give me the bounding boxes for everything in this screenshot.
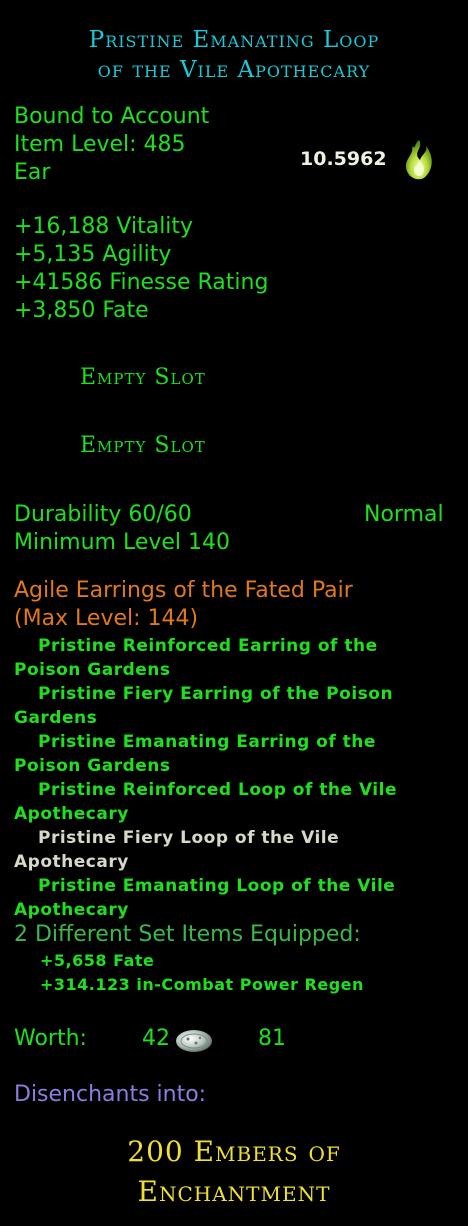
set-item-1-line1: Pristine Reinforced Earring of the xyxy=(38,636,378,656)
durability: Durability 60/60 xyxy=(14,502,192,527)
worth-silver: 42 xyxy=(142,1026,170,1051)
set-bonus-regen: +314.123 in-Combat Power Regen xyxy=(40,975,364,994)
essence-slot-1: Empty Slot xyxy=(80,365,206,390)
essence-flame-icon xyxy=(402,138,436,186)
essence-value: 10.5962 xyxy=(300,148,387,170)
essence-slot-2: Empty Slot xyxy=(80,433,206,458)
set-item-3-line1: Pristine Emanating Earring of the xyxy=(38,732,376,752)
set-item-2: Pristine Fiery Earring of the Poison Gar… xyxy=(14,682,414,730)
set-max-level: (Max Level: 144) xyxy=(14,606,199,631)
set-item-6-line2: Apothecary xyxy=(14,900,129,920)
worth-label: Worth: xyxy=(14,1026,87,1051)
item-level: Item Level: 485 xyxy=(14,132,186,157)
set-equipped-count: 2 Different Set Items Equipped: xyxy=(14,922,361,947)
disenchant-label: Disenchants into: xyxy=(14,1082,207,1107)
item-title-line1: Pristine Emanating Loop xyxy=(88,27,380,53)
set-item-3: Pristine Emanating Earring of the Poison… xyxy=(14,730,414,778)
stat-vitality: +16,188 Vitality xyxy=(14,214,194,239)
worth-copper: 81 xyxy=(258,1026,286,1051)
silver-coin-icon xyxy=(174,1028,214,1058)
disenchant-result-line2: Enchantment xyxy=(137,1175,331,1208)
set-item-1-line2: Poison Gardens xyxy=(14,660,171,680)
set-item-5-line2: Apothecary xyxy=(14,852,129,872)
set-item-3-line2: Poison Gardens xyxy=(14,756,171,776)
stat-agility: +5,135 Agility xyxy=(14,242,172,267)
min-level: Minimum Level 140 xyxy=(14,530,231,555)
slot-type: Ear xyxy=(14,160,51,185)
set-item-2-line1: Pristine Fiery Earring of the Poison xyxy=(38,684,394,704)
disenchant-result-line1: 200 Embers of xyxy=(127,1135,341,1168)
set-bonus-fate: +5,658 Fate xyxy=(40,951,155,970)
set-item-1: Pristine Reinforced Earring of the Poiso… xyxy=(14,634,414,682)
item-title-line2: of the Vile Apothecary xyxy=(97,57,371,83)
set-item-5: Pristine Fiery Loop of the Vile Apotheca… xyxy=(14,826,414,874)
set-name: Agile Earrings of the Fated Pair xyxy=(14,578,353,603)
set-item-4: Pristine Reinforced Loop of the Vile Apo… xyxy=(14,778,414,826)
stat-finesse: +41586 Finesse Rating xyxy=(14,270,269,295)
set-item-4-line2: Apothecary xyxy=(14,804,129,824)
set-item-6-line1: Pristine Emanating Loop of the Vile xyxy=(38,876,396,896)
set-item-5-line1: Pristine Fiery Loop of the Vile xyxy=(38,828,340,848)
set-item-6: Pristine Emanating Loop of the Vile Apot… xyxy=(14,874,414,922)
quality: Normal xyxy=(364,502,444,527)
set-item-2-line2: Gardens xyxy=(14,708,98,728)
set-item-4-line1: Pristine Reinforced Loop of the Vile xyxy=(38,780,397,800)
stat-fate: +3,850 Fate xyxy=(14,298,149,323)
binding-text: Bound to Account xyxy=(14,104,210,129)
